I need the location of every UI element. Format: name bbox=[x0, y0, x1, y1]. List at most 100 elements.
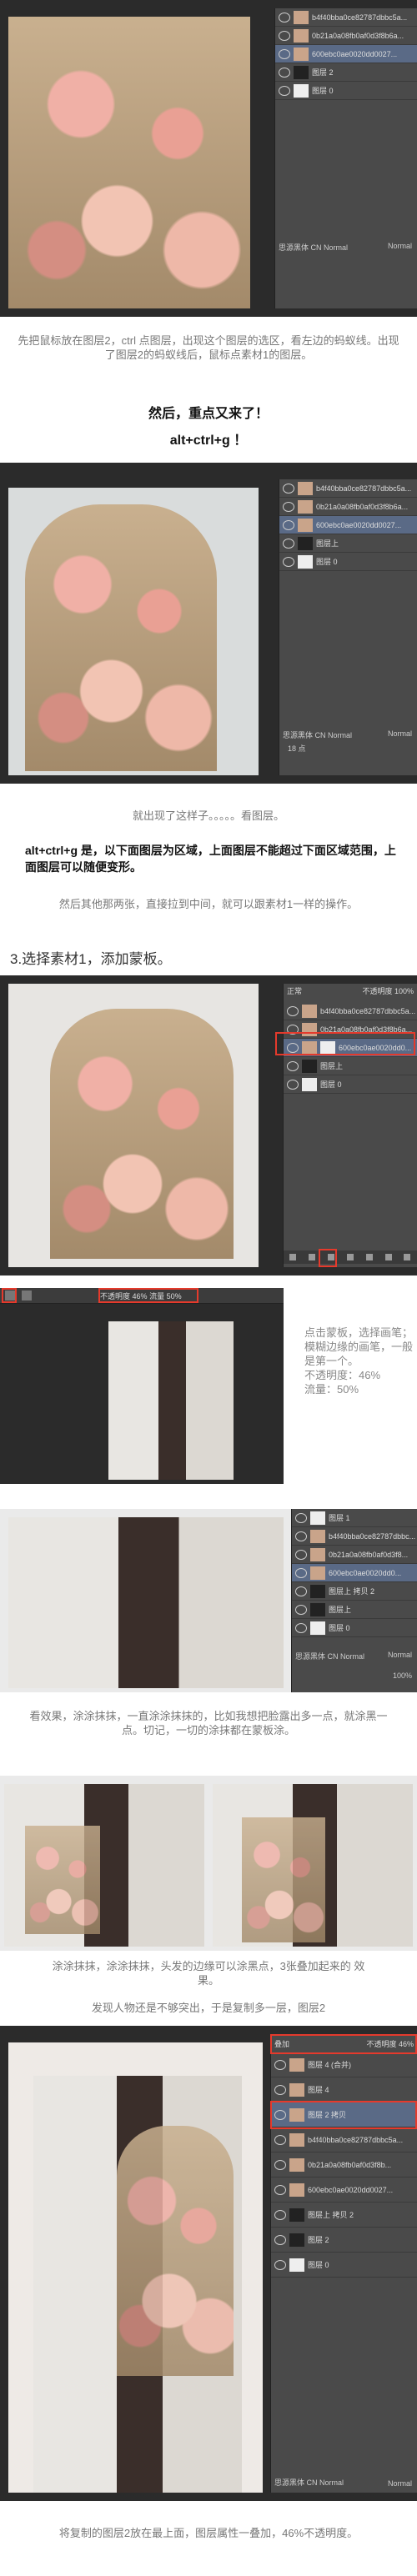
layer-item[interactable]: 600ebc0ae0020dd0027... bbox=[271, 2178, 417, 2203]
font-style[interactable]: Normal bbox=[388, 1651, 412, 1659]
layer-item[interactable]: 图层 2 bbox=[275, 63, 417, 82]
instruction-line: 不透明度：46% bbox=[304, 1369, 381, 1381]
opacity-value[interactable]: 100% bbox=[393, 1671, 412, 1680]
layer-item[interactable]: 图层上 bbox=[279, 534, 417, 553]
font-style[interactable]: Normal bbox=[388, 729, 412, 738]
result-flowers-left bbox=[25, 1826, 100, 1934]
trash-icon[interactable] bbox=[404, 1254, 411, 1260]
eye-icon[interactable] bbox=[283, 538, 294, 549]
font-name[interactable]: 思源黑体 CN Normal bbox=[274, 2477, 344, 2488]
eye-icon[interactable] bbox=[295, 1586, 307, 1596]
highlight-opacity bbox=[98, 1288, 198, 1303]
adjustment-icon[interactable] bbox=[346, 1254, 354, 1260]
layer-item[interactable]: 图层 0 bbox=[284, 1075, 417, 1094]
font-style[interactable]: Normal bbox=[388, 2479, 412, 2488]
eye-icon[interactable] bbox=[274, 2059, 286, 2070]
layer-item[interactable]: b4f40bba0ce82787dbbc5a... bbox=[271, 2127, 417, 2153]
layer-name: 图层 4 bbox=[308, 2086, 329, 2094]
folder-icon[interactable] bbox=[365, 1254, 373, 1260]
eye-icon[interactable] bbox=[295, 1549, 307, 1560]
eye-icon[interactable] bbox=[283, 556, 294, 567]
font-name[interactable]: 思源黑体 CN Normal bbox=[295, 1651, 364, 1661]
eye-icon[interactable] bbox=[295, 1567, 307, 1578]
blend-mode[interactable]: 正常 bbox=[287, 985, 302, 1000]
eye-icon[interactable] bbox=[295, 1512, 307, 1523]
layer-name: 图层 0 bbox=[329, 1624, 350, 1632]
layer-item[interactable]: 图层 0 bbox=[279, 553, 417, 571]
layer-item-selected[interactable]: 600ebc0ae0020dd0027... bbox=[279, 516, 417, 534]
link-icon[interactable] bbox=[289, 1254, 297, 1260]
layer-name: 600ebc0ae0020dd0027... bbox=[316, 520, 402, 529]
eye-icon[interactable] bbox=[279, 12, 290, 23]
layer-item[interactable]: b4f40bba0ce82787dbbc... bbox=[292, 1527, 417, 1546]
eye-icon[interactable] bbox=[283, 519, 294, 530]
layer-thumbnail bbox=[289, 2132, 304, 2147]
opacity-label: 不透明度 bbox=[362, 987, 393, 995]
eye-icon[interactable] bbox=[283, 483, 294, 494]
eye-icon[interactable] bbox=[274, 2234, 286, 2245]
caption-4: alt+ctrl+g 是，以下面图层为区域，上面图层不能超过下面区域范围，上面图… bbox=[25, 844, 396, 874]
font-name[interactable]: 思源黑体 CN Normal bbox=[283, 729, 352, 740]
layer-item[interactable]: b4f40bba0ce82787dbbc5a... bbox=[275, 8, 417, 27]
font-size[interactable]: 18 点 bbox=[288, 743, 306, 754]
layer-item[interactable]: 图层上 拷贝 2 bbox=[292, 1582, 417, 1601]
layer-item[interactable]: 0b21a0a08fb0af0d3f8b6a... bbox=[275, 27, 417, 45]
layer-item[interactable]: 图层上 bbox=[292, 1601, 417, 1619]
layers-panel: 图层 1 b4f40bba0ce82787dbbc... 0b21a0a08fb… bbox=[291, 1509, 417, 1692]
eye-icon[interactable] bbox=[287, 1079, 299, 1090]
layer-item[interactable]: b4f40bba0ce82787dbbc5a... bbox=[284, 1002, 417, 1020]
eye-icon[interactable] bbox=[274, 2159, 286, 2170]
layer-name: 图层 0 bbox=[316, 558, 338, 566]
layer-item[interactable]: 图层 2 bbox=[271, 2228, 417, 2253]
eye-icon[interactable] bbox=[274, 2209, 286, 2220]
layer-thumbnail bbox=[310, 1621, 325, 1635]
layer-item-selected[interactable]: 600ebc0ae0020dd0... bbox=[292, 1564, 417, 1582]
result-flowers-right bbox=[242, 1817, 325, 1942]
layer-thumbnail bbox=[289, 2183, 304, 2197]
layer-name: 图层 0 bbox=[308, 2261, 329, 2269]
layer-item[interactable]: 图层 0 bbox=[271, 2253, 417, 2278]
brush-preset-icon[interactable] bbox=[22, 1291, 32, 1301]
layer-item-selected[interactable]: 600ebc0ae0020dd0027... bbox=[275, 45, 417, 63]
eye-icon[interactable] bbox=[283, 501, 294, 512]
layer-item[interactable]: 图层 4 bbox=[271, 2077, 417, 2102]
layer-item[interactable]: b4f40bba0ce82787dbbc5a... bbox=[279, 479, 417, 498]
layer-item[interactable]: 图层上 拷贝 2 bbox=[271, 2203, 417, 2228]
layer-thumbnail bbox=[310, 1602, 325, 1616]
eye-icon[interactable] bbox=[274, 2259, 286, 2270]
eye-icon[interactable] bbox=[274, 2184, 286, 2195]
font-style[interactable]: Normal bbox=[388, 242, 412, 250]
eye-icon[interactable] bbox=[279, 67, 290, 78]
layer-item[interactable]: 0b21a0a08fb0af0d3f8b6a... bbox=[279, 498, 417, 516]
eye-icon[interactable] bbox=[274, 2084, 286, 2095]
new-layer-icon[interactable] bbox=[384, 1254, 392, 1260]
eye-icon[interactable] bbox=[274, 2134, 286, 2145]
eye-icon[interactable] bbox=[279, 48, 290, 59]
layer-item[interactable]: 图层 0 bbox=[292, 1619, 417, 1637]
font-name[interactable]: 思源黑体 CN Normal bbox=[279, 242, 348, 253]
opacity-value[interactable]: 100% bbox=[394, 987, 414, 995]
layer-item[interactable]: 0b21a0a08fb0af0d3f8... bbox=[292, 1546, 417, 1564]
layer-name: 图层上 bbox=[329, 1606, 352, 1614]
screenshot-3: 正常 不透明度 100% b4f40bba0ce82787dbbc5a... 0… bbox=[0, 975, 417, 1275]
eye-icon[interactable] bbox=[295, 1531, 307, 1541]
layer-thumbnail bbox=[310, 1547, 325, 1561]
layer-name: 0b21a0a08fb0af0d3f8b6a... bbox=[316, 502, 409, 511]
layer-item[interactable]: 图层 0 bbox=[275, 82, 417, 100]
layer-item[interactable]: 0b21a0a08fb0af0d3f8b... bbox=[271, 2153, 417, 2178]
layer-name: 600ebc0ae0020dd0... bbox=[329, 1568, 402, 1577]
eye-icon[interactable] bbox=[295, 1604, 307, 1615]
eye-icon[interactable] bbox=[287, 1060, 299, 1071]
eye-icon[interactable] bbox=[279, 30, 290, 41]
eye-icon[interactable] bbox=[287, 1005, 299, 1016]
layer-name: 图层上 bbox=[316, 539, 339, 548]
layer-item[interactable]: 图层上 bbox=[284, 1057, 417, 1075]
layer-name: 图层上 拷贝 2 bbox=[329, 1587, 375, 1596]
eye-icon[interactable] bbox=[295, 1622, 307, 1633]
layer-item[interactable]: 图层 1 bbox=[292, 1509, 417, 1527]
layer-thumbnail bbox=[289, 2233, 304, 2247]
fx-icon[interactable] bbox=[309, 1254, 316, 1260]
layer-thumbnail bbox=[310, 1511, 325, 1525]
eye-icon[interactable] bbox=[279, 85, 290, 96]
layer-item[interactable]: 图层 4 (合并) bbox=[271, 2052, 417, 2077]
